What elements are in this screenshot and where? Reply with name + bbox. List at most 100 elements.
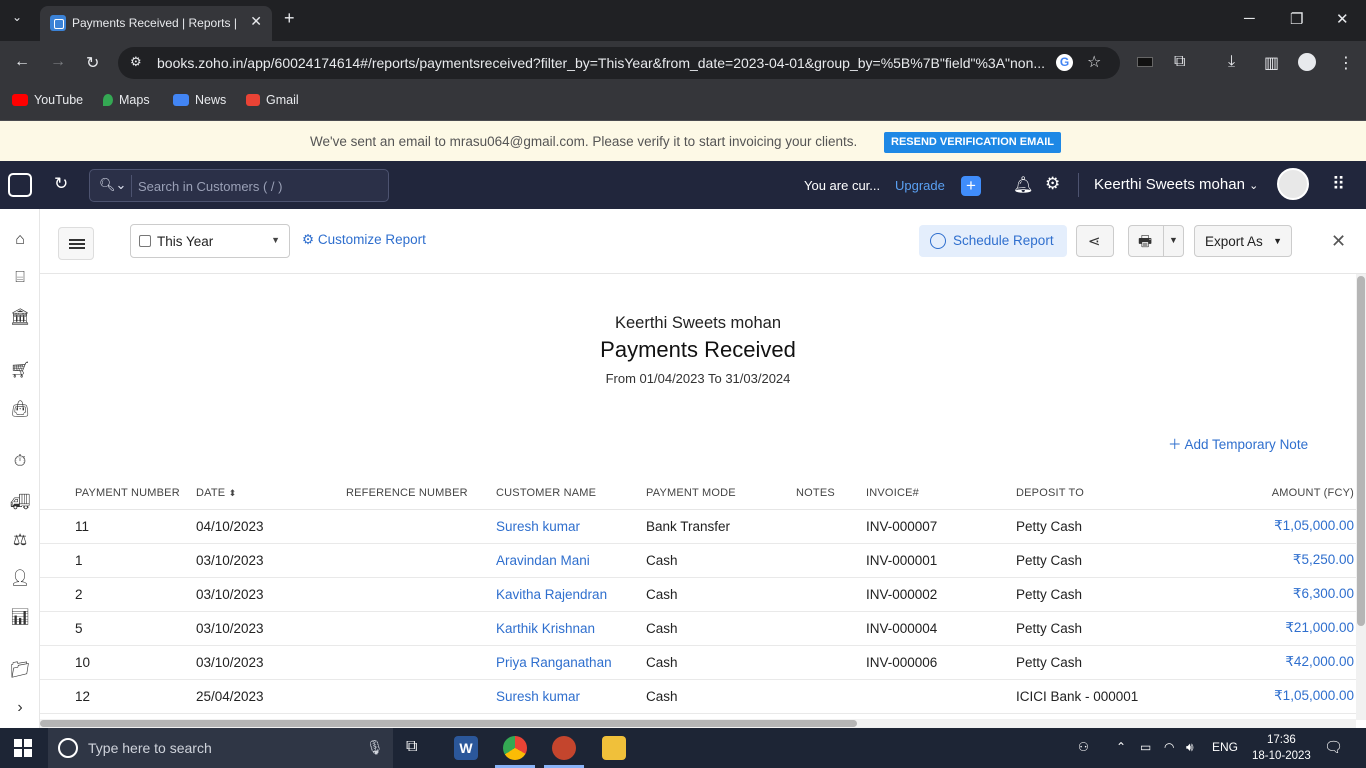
- chrome-app-icon[interactable]: [503, 736, 527, 760]
- task-view-icon[interactable]: ⧉: [406, 738, 417, 756]
- items-basket-icon[interactable]: ⌸: [10, 269, 30, 289]
- col-invoice[interactable]: INVOICE#: [866, 478, 1016, 510]
- profile-icon[interactable]: [1298, 53, 1316, 71]
- close-report-icon[interactable]: ✕: [1331, 231, 1346, 252]
- tab-list-icon[interactable]: ⌄: [12, 10, 22, 24]
- vertical-scrollbar[interactable]: [1356, 274, 1366, 720]
- back-icon[interactable]: ←: [14, 53, 30, 71]
- gst-filing-icon[interactable]: ⚖: [10, 530, 30, 550]
- table-row[interactable]: 2 03/10/2023 Kavitha Rajendran Cash INV-0000…: [40, 577, 1356, 612]
- file-explorer-icon[interactable]: [602, 736, 626, 760]
- bookmark-gmail[interactable]: Gmail: [246, 93, 299, 107]
- extensions-puzzle-icon[interactable]: ⧉: [1174, 53, 1185, 71]
- bookmark-star-icon[interactable]: ☆: [1087, 52, 1101, 72]
- sort-icon[interactable]: ⬍: [229, 488, 237, 498]
- cell-customer-link[interactable]: Aravindan Mani: [496, 543, 646, 578]
- restore-icon[interactable]: ❐: [1290, 10, 1303, 28]
- recent-history-icon[interactable]: ↻: [54, 174, 68, 194]
- print-button[interactable]: 🖶︎ ▼: [1128, 225, 1184, 257]
- notification-bell-icon[interactable]: 🔔︎: [1013, 175, 1033, 195]
- bookmark-youtube[interactable]: YouTube: [12, 93, 83, 107]
- microphone-icon[interactable]: 🎙︎: [366, 739, 384, 756]
- notifications-icon[interactable]: 🗨︎: [1324, 738, 1343, 756]
- col-customer-name[interactable]: CUSTOMER NAME: [496, 478, 646, 510]
- col-deposit-to[interactable]: DEPOSIT TO: [1016, 478, 1166, 510]
- bookmark-maps[interactable]: Maps: [103, 93, 150, 107]
- cell-customer-link[interactable]: Suresh kumar: [496, 509, 646, 544]
- horizontal-scrollbar[interactable]: [40, 719, 1356, 728]
- forward-icon[interactable]: →: [50, 53, 66, 71]
- col-amount[interactable]: AMOUNT (FCY): [1166, 478, 1356, 510]
- share-button[interactable]: ⋖: [1076, 225, 1114, 257]
- cell-customer-link[interactable]: Priya Ranganathan: [496, 645, 646, 680]
- cell-amount-link[interactable]: ₹42,000.00: [1166, 645, 1356, 680]
- eway-truck-icon[interactable]: 🚚︎: [10, 492, 30, 512]
- omnibox[interactable]: ⚙ books.zoho.in/app/60024174614#/reports…: [118, 47, 1120, 79]
- language-indicator[interactable]: ENG: [1212, 740, 1238, 754]
- battery-icon[interactable]: ▭: [1140, 740, 1151, 754]
- search-input[interactable]: Search in Customers ( / ): [138, 179, 283, 194]
- google-icon[interactable]: G: [1056, 54, 1073, 71]
- cell-amount-link[interactable]: ₹21,000.00: [1166, 611, 1356, 646]
- schedule-report-button[interactable]: Schedule Report: [919, 225, 1067, 257]
- windows-start-icon[interactable]: [14, 739, 32, 757]
- cell-amount-link[interactable]: ₹1,05,000.00: [1166, 509, 1356, 544]
- cell-customer-link[interactable]: Kavitha Rajendran: [496, 577, 646, 612]
- customize-report-link[interactable]: ⚙ Customize Report: [302, 232, 426, 248]
- minimize-icon[interactable]: ─: [1244, 10, 1255, 27]
- bookmark-news[interactable]: News: [173, 93, 226, 107]
- chrome-menu-icon[interactable]: ⋮: [1338, 53, 1354, 73]
- word-app-icon[interactable]: W: [454, 736, 478, 760]
- cell-customer-link[interactable]: Karthik Krishnan: [496, 611, 646, 646]
- wifi-icon[interactable]: ◠: [1164, 740, 1174, 754]
- col-payment-number[interactable]: PAYMENT NUMBER: [75, 478, 196, 510]
- col-reference-number[interactable]: REFERENCE NUMBER: [346, 478, 496, 510]
- window-close-icon[interactable]: ✕: [1336, 10, 1349, 28]
- table-row[interactable]: 1 03/10/2023 Aravindan Mani Cash INV-000001 P…: [40, 543, 1356, 578]
- taskbar-search[interactable]: Type here to search 🎙︎: [48, 728, 393, 768]
- accountant-icon[interactable]: 👤︎: [10, 568, 30, 588]
- volume-icon[interactable]: 🔊︎: [1186, 740, 1194, 755]
- cell-customer-link[interactable]: Suresh kumar: [496, 679, 646, 714]
- col-payment-mode[interactable]: PAYMENT MODE: [646, 478, 796, 510]
- period-dropdown[interactable]: This Year ▼: [130, 224, 290, 258]
- time-tracking-icon[interactable]: ⏱︎: [10, 453, 30, 473]
- people-icon[interactable]: ⚇: [1078, 740, 1089, 754]
- table-row[interactable]: 11 04/10/2023 Suresh kumar Bank Transfer INV…: [40, 509, 1356, 544]
- vertical-scroll-thumb[interactable]: [1357, 276, 1365, 626]
- browser-tab[interactable]: Payments Received | Reports | ✕: [40, 6, 272, 41]
- col-date[interactable]: DATE ⬍: [196, 478, 346, 510]
- table-row[interactable]: 10 03/10/2023 Priya Ranganathan Cash INV-000…: [40, 645, 1356, 680]
- sales-cart-icon[interactable]: 🛒︎: [10, 360, 30, 380]
- settings-gear-icon[interactable]: ⚙: [1045, 174, 1060, 194]
- report-menu-button[interactable]: [58, 227, 94, 260]
- purchases-bag-icon[interactable]: 👜︎: [10, 399, 30, 419]
- show-hidden-icons-icon[interactable]: ⌃: [1116, 740, 1126, 754]
- col-notes[interactable]: NOTES: [796, 478, 866, 510]
- add-temporary-note-link[interactable]: ＋ Add Temporary Note: [1168, 433, 1308, 453]
- taskbar-search-input[interactable]: Type here to search: [88, 740, 212, 756]
- resend-verification-button[interactable]: RESEND VERIFICATION EMAIL: [884, 132, 1061, 153]
- global-search[interactable]: 🔍︎⌄ Search in Customers ( / ): [89, 169, 389, 202]
- reports-chart-icon[interactable]: 📊︎: [10, 607, 30, 627]
- zoho-books-logo-icon[interactable]: [8, 173, 32, 197]
- clock[interactable]: 17:36 18-10-2023: [1252, 732, 1311, 764]
- cell-amount-link[interactable]: ₹6,300.00: [1166, 577, 1356, 612]
- user-avatar[interactable]: [1277, 168, 1309, 200]
- reload-icon[interactable]: ↻: [86, 53, 99, 73]
- cell-amount-link[interactable]: ₹1,05,000.00: [1166, 679, 1356, 714]
- url-text[interactable]: books.zoho.in/app/60024174614#/reports/p…: [157, 55, 1047, 71]
- print-options-caret-icon[interactable]: ▼: [1169, 235, 1178, 245]
- upgrade-link[interactable]: Upgrade: [895, 178, 945, 193]
- horizontal-scroll-thumb[interactable]: [40, 720, 857, 727]
- download-icon[interactable]: ⤓: [1228, 53, 1235, 71]
- table-row[interactable]: 5 03/10/2023 Karthik Krishnan Cash INV-00000…: [40, 611, 1356, 646]
- tab-close-icon[interactable]: ✕: [250, 13, 262, 30]
- new-tab-icon[interactable]: +: [284, 8, 295, 29]
- expand-sidebar-icon[interactable]: ›: [10, 699, 30, 719]
- export-as-dropdown[interactable]: Export As ▼: [1194, 225, 1292, 257]
- app-grid-icon[interactable]: ⠿: [1332, 174, 1345, 195]
- cell-amount-link[interactable]: ₹5,250.00: [1166, 543, 1356, 578]
- extension-icon[interactable]: [1137, 57, 1153, 67]
- search-icon[interactable]: 🔍︎⌄: [99, 177, 126, 193]
